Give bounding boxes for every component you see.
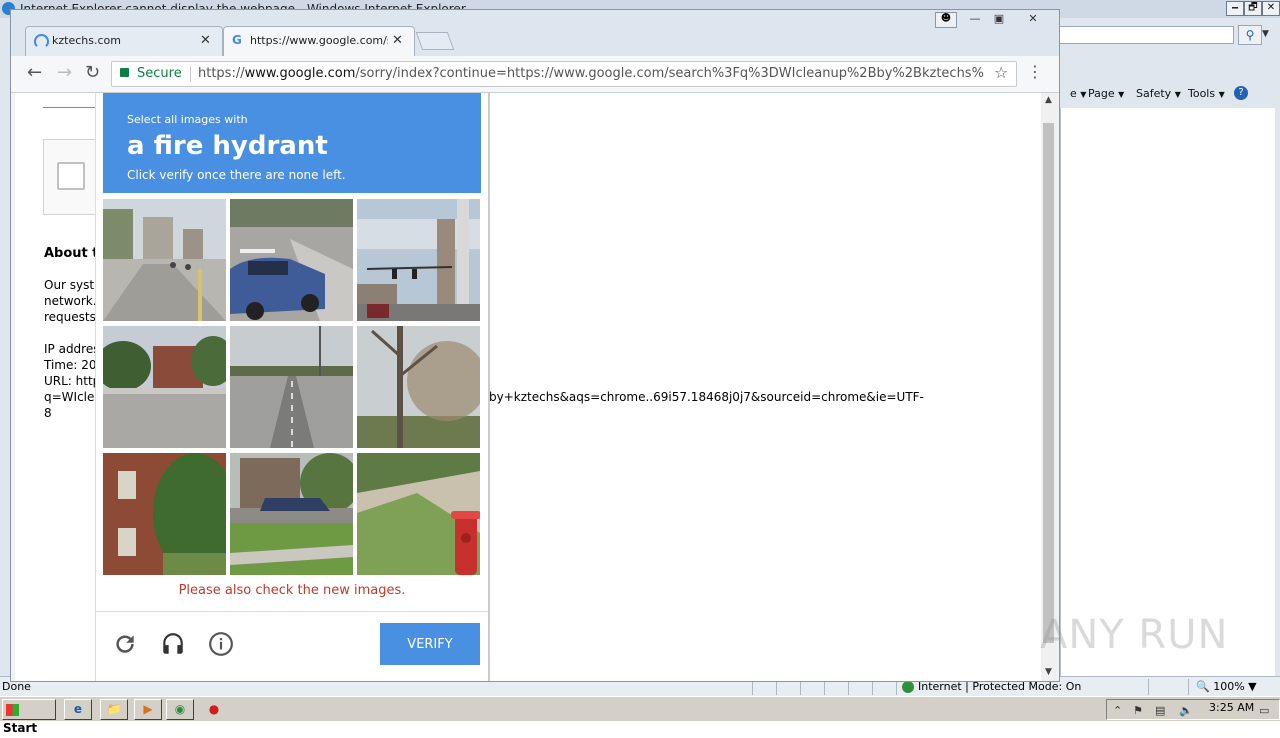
ie-taskbar-icon[interactable]: e: [64, 699, 92, 720]
recaptcha-checkbox[interactable]: [57, 162, 85, 190]
body-line: network.: [44, 294, 97, 308]
ie-help-icon[interactable]: ?: [1234, 86, 1248, 100]
bare-tree-image: [357, 326, 480, 448]
image-tile-6[interactable]: [357, 326, 480, 448]
reload-challenge-icon[interactable]: [112, 631, 138, 657]
taskbar: Start e 📁 ▶ ◉ ● ⌃ ⚑ ▤ 🔈 ▭ 3:25 AM: [0, 696, 1280, 735]
chrome-menu-icon[interactable]: ⋮: [1027, 64, 1043, 80]
start-button[interactable]: Start: [2, 699, 56, 735]
image-tile-3[interactable]: [357, 199, 480, 321]
image-tile-2[interactable]: [230, 199, 353, 321]
image-tile-4[interactable]: [103, 326, 226, 448]
scroll-up-icon[interactable]: ▲: [1045, 95, 1052, 105]
image-tile-7[interactable]: [103, 453, 226, 575]
secure-label: Secure: [137, 66, 182, 81]
explorer-folder-icon[interactable]: 📁: [100, 699, 128, 720]
ie-cmd-page[interactable]: Page ▼: [1088, 87, 1124, 100]
chrome-minimize-button[interactable]: —: [963, 12, 987, 26]
info-line: Time: 20: [44, 358, 97, 372]
action-center-flag-icon[interactable]: ⚑: [1133, 704, 1143, 717]
info-line: q=WIclea: [44, 390, 102, 404]
tab-google-sorry[interactable]: G https://www.google.com/se ✕: [223, 26, 415, 57]
new-tab-button[interactable]: [415, 32, 455, 50]
address-bar[interactable]: Secure https://www.google.com/sorry/inde…: [111, 61, 1017, 87]
challenge-object: a fire hydrant: [127, 131, 328, 161]
chrome-toolbar: ← → ↻ Secure https://www.google.com/sorr…: [11, 56, 1059, 93]
tab-close-icon[interactable]: ✕: [392, 33, 403, 48]
volume-icon[interactable]: 🔈: [1179, 704, 1193, 717]
tab-close-icon[interactable]: ✕: [200, 33, 211, 48]
audio-challenge-icon[interactable]: [160, 631, 186, 657]
challenge-subinstruction: Click verify once there are none left.: [127, 168, 346, 182]
anyrun-watermark: ANY RUN: [1040, 612, 1229, 658]
scroll-thumb[interactable]: [1043, 123, 1054, 643]
street-corner-image: [103, 199, 226, 321]
reload-icon[interactable]: ↻: [85, 63, 100, 83]
ie-cmd-tools[interactable]: Tools ▼: [1188, 87, 1225, 100]
bookmark-star-icon[interactable]: ☆: [994, 63, 1008, 82]
vertical-scrollbar[interactable]: ▲ ▼: [1041, 93, 1057, 681]
ie-restore-button[interactable]: 🗗: [1244, 1, 1262, 16]
media-player-icon[interactable]: ▶: [134, 699, 162, 720]
ie-zoom-level[interactable]: 🔍 100% ▼: [1196, 680, 1257, 693]
ie-minimize-button[interactable]: 🗕: [1226, 1, 1244, 16]
security-alert-icon[interactable]: ●: [200, 699, 228, 720]
windows-logo-icon: [6, 703, 19, 716]
ie-close-button[interactable]: ✕: [1262, 1, 1280, 16]
blue-car-image: [230, 199, 353, 321]
info-line: IP addres: [44, 342, 100, 356]
tab-kztechs[interactable]: kztechs.com ✕: [25, 26, 223, 57]
challenge-error-message: Please also check the new images.: [178, 583, 406, 598]
ie-cmd-safety[interactable]: Safety ▼: [1136, 87, 1181, 100]
lock-icon: [120, 68, 129, 77]
ie-cmd-home[interactable]: e ▼: [1070, 87, 1086, 100]
ie-search-dropdown-icon[interactable]: ▼: [1262, 25, 1274, 43]
google-favicon-icon: G: [232, 33, 242, 47]
image-tile-8[interactable]: [230, 453, 353, 575]
user-profile-icon[interactable]: ☻: [935, 12, 957, 28]
challenge-instruction: Select all images with: [127, 113, 248, 126]
taskbar-clock[interactable]: 3:25 AM: [1209, 701, 1254, 714]
tray-expand-icon[interactable]: ⌃: [1113, 704, 1122, 717]
recaptcha-challenge: Select all images with a fire hydrant Cl…: [95, 93, 490, 681]
challenge-header: Select all images with a fire hydrant Cl…: [103, 93, 481, 193]
ie-content-area: [1060, 108, 1275, 676]
info-line: 8: [44, 406, 52, 420]
chrome-tabstrip: kztechs.com ✕ G https://www.google.com/s…: [11, 10, 1059, 57]
body-line: requests: [44, 310, 96, 324]
fire-hydrant-image: [357, 453, 480, 575]
url-tail-text: by+kztechs&aqs=chrome..69i57.18468j0j7&s…: [489, 390, 924, 404]
image-tile-1[interactable]: [103, 199, 226, 321]
verify-button[interactable]: VERIFY: [380, 623, 480, 665]
house-car-image: [230, 453, 353, 575]
chrome-restore-button[interactable]: ▣: [987, 12, 1011, 26]
image-tile-9[interactable]: [357, 453, 480, 575]
info-line: URL: http: [44, 374, 101, 388]
traffic-lights-image: [357, 199, 480, 321]
scroll-down-icon[interactable]: ▼: [1045, 667, 1052, 677]
ie-search-input[interactable]: [1058, 26, 1234, 44]
info-icon[interactable]: [208, 631, 234, 657]
tab-title: kztechs.com: [52, 34, 121, 47]
tab-title: https://www.google.com/se: [250, 34, 388, 47]
globe-icon: [902, 681, 914, 693]
brick-house-image: [103, 453, 226, 575]
body-line: Our syst: [44, 278, 95, 292]
loading-spinner-icon: [34, 34, 49, 49]
show-desktop-icon[interactable]: ▭: [1259, 704, 1269, 717]
back-arrow-icon[interactable]: ←: [27, 63, 42, 83]
page-viewport: About th Our syst network. requests IP a…: [15, 93, 1041, 681]
image-tile-5[interactable]: [230, 326, 353, 448]
chrome-close-button[interactable]: ✕: [1021, 12, 1045, 26]
chrome-taskbar-icon[interactable]: ◉: [166, 699, 194, 720]
ie-search-icon[interactable]: ⚲: [1238, 25, 1262, 45]
network-icon[interactable]: ▤: [1155, 704, 1165, 717]
corner-trees-image: [103, 326, 226, 448]
forward-arrow-icon[interactable]: →: [57, 63, 72, 83]
chrome-window: kztechs.com ✕ G https://www.google.com/s…: [10, 9, 1060, 682]
divider: [43, 107, 103, 108]
url-text[interactable]: https://www.google.com/sorry/index?conti…: [198, 66, 984, 81]
highway-image: [230, 326, 353, 448]
